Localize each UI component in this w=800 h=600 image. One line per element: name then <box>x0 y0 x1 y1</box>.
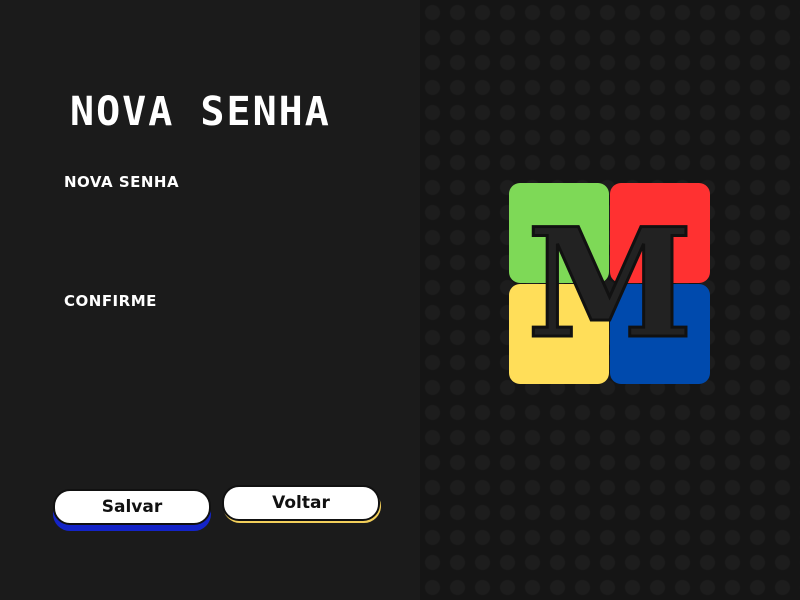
save-button-label: Salvar <box>53 489 211 525</box>
new-password-label: NOVA SENHA <box>64 173 180 191</box>
save-button[interactable]: Salvar <box>53 489 213 531</box>
logo-letter: M <box>525 196 694 372</box>
confirm-password-label: CONFIRME <box>64 292 157 310</box>
form-panel: NOVA SENHA NOVA SENHA CONFIRME Salvar Vo… <box>0 0 420 600</box>
confirm-password-input[interactable] <box>64 319 364 351</box>
new-password-input[interactable] <box>64 200 364 232</box>
app-logo: M <box>509 183 711 385</box>
back-button[interactable]: Voltar <box>222 485 382 523</box>
page-title: NOVA SENHA <box>70 89 331 135</box>
back-button-label: Voltar <box>222 485 380 521</box>
